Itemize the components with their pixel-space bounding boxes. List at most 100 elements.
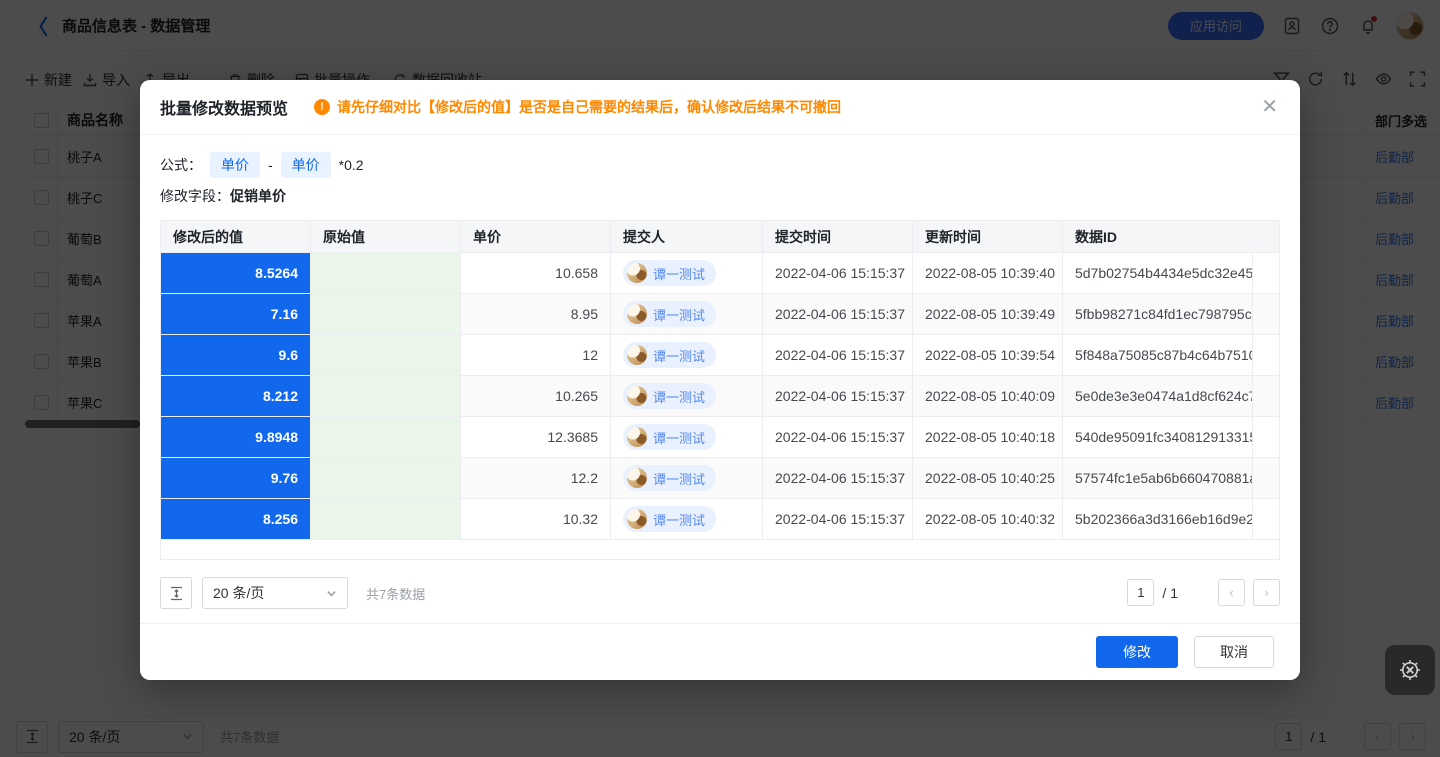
warning-icon: ! xyxy=(314,99,330,115)
row-height-icon[interactable] xyxy=(160,577,192,609)
cell-unit-price: 10.265 xyxy=(461,376,611,416)
cell-data-id: 5d7b02754b4434e5dc32e45b xyxy=(1063,253,1253,293)
cell-spacer xyxy=(1253,335,1279,375)
cell-data-id: 5fbb98271c84fd1ec798795c xyxy=(1063,294,1253,334)
cell-original-value xyxy=(311,335,461,375)
modified-field-row: 修改字段：促销单价 xyxy=(160,186,286,206)
cell-original-value xyxy=(311,253,461,293)
cell-submitter: 谭一测试 xyxy=(611,253,763,293)
cell-unit-price: 8.95 xyxy=(461,294,611,334)
modified-field-label: 修改字段： xyxy=(160,188,230,204)
page-number[interactable]: 1 xyxy=(1127,579,1154,606)
submitter-avatar xyxy=(627,345,647,365)
cell-new-value: 9.76 xyxy=(161,458,311,498)
formula-row: 公式： 单价 - 单价 *0.2 xyxy=(160,152,364,178)
prev-page-icon[interactable]: ‹ xyxy=(1218,579,1245,606)
warning-text: 请先仔细对比【修改后的值】是否是自己需要的结果后，确认修改后结果不可撤回 xyxy=(337,97,841,117)
submitter-avatar xyxy=(627,304,647,324)
cell-update-time: 2022-08-05 10:39:49 xyxy=(913,294,1063,334)
cell-update-time: 2022-08-05 10:40:18 xyxy=(913,417,1063,457)
table-row: 8.256 10.32 谭一测试 2022-04-06 15:15:37 202… xyxy=(161,499,1279,540)
cell-spacer xyxy=(1253,458,1279,498)
formula-field-tag[interactable]: 单价 xyxy=(210,152,260,178)
cell-update-time: 2022-08-05 10:40:32 xyxy=(913,499,1063,539)
cell-data-id: 5e0de3e3e0474a1d8cf624c7 xyxy=(1063,376,1253,416)
cell-data-id: 57574fc1e5ab6b660470881a xyxy=(1063,458,1253,498)
modal-warning: ! 请先仔细对比【修改后的值】是否是自己需要的结果后，确认修改后结果不可撤回 xyxy=(314,97,841,117)
cell-unit-price: 12 xyxy=(461,335,611,375)
column-header: 提交人 xyxy=(611,221,763,252)
settings-gear-button[interactable] xyxy=(1385,645,1435,695)
cell-original-value xyxy=(311,294,461,334)
cell-data-id: 5b202366a3d3166eb16d9e2d xyxy=(1063,499,1253,539)
cell-submitter: 谭一测试 xyxy=(611,499,763,539)
cell-spacer xyxy=(1253,376,1279,416)
submitter-name: 谭一测试 xyxy=(653,264,705,283)
submitter-name: 谭一测试 xyxy=(653,510,705,529)
submitter-pill[interactable]: 谭一测试 xyxy=(623,342,716,368)
modified-field-value: 促销单价 xyxy=(230,188,286,204)
cell-original-value xyxy=(311,458,461,498)
cell-new-value: 9.6 xyxy=(161,335,311,375)
cell-spacer xyxy=(1253,417,1279,457)
cell-submit-time: 2022-04-06 15:15:37 xyxy=(763,458,913,498)
submitter-pill[interactable]: 谭一测试 xyxy=(623,301,716,327)
submitter-name: 谭一测试 xyxy=(653,387,705,406)
submitter-pill[interactable]: 谭一测试 xyxy=(623,465,716,491)
formula-label: 公式： xyxy=(160,155,202,175)
cell-submitter: 谭一测试 xyxy=(611,294,763,334)
cell-spacer xyxy=(1253,253,1279,293)
formula-operator: - xyxy=(268,157,273,173)
submitter-name: 谭一测试 xyxy=(653,469,705,488)
cell-unit-price: 10.32 xyxy=(461,499,611,539)
cell-update-time: 2022-08-05 10:39:40 xyxy=(913,253,1063,293)
table-row: 8.212 10.265 谭一测试 2022-04-06 15:15:37 20… xyxy=(161,376,1279,417)
column-header: 原始值 xyxy=(311,221,461,252)
cell-update-time: 2022-08-05 10:40:09 xyxy=(913,376,1063,416)
cell-data-id: 540de95091fc340812913315 xyxy=(1063,417,1253,457)
submitter-avatar xyxy=(627,263,647,283)
cancel-button[interactable]: 取消 xyxy=(1194,636,1274,668)
cell-unit-price: 10.658 xyxy=(461,253,611,293)
cell-original-value xyxy=(311,417,461,457)
cell-new-value: 9.8948 xyxy=(161,417,311,457)
column-header: 数据ID xyxy=(1063,221,1279,252)
cell-submitter: 谭一测试 xyxy=(611,376,763,416)
modal-pagination: 20 条/页 共7条数据 1 / 1 ‹ › xyxy=(160,577,1280,609)
table-row: 9.8948 12.3685 谭一测试 2022-04-06 15:15:37 … xyxy=(161,417,1279,458)
next-page-icon[interactable]: › xyxy=(1253,579,1280,606)
submitter-name: 谭一测试 xyxy=(653,428,705,447)
column-header: 提交时间 xyxy=(763,221,913,252)
cell-submitter: 谭一测试 xyxy=(611,417,763,457)
cell-original-value xyxy=(311,376,461,416)
column-header: 更新时间 xyxy=(913,221,1063,252)
cell-submit-time: 2022-04-06 15:15:37 xyxy=(763,499,913,539)
cell-new-value: 8.5264 xyxy=(161,253,311,293)
formula-field-tag[interactable]: 单价 xyxy=(281,152,331,178)
submitter-pill[interactable]: 谭一测试 xyxy=(623,383,716,409)
submitter-pill[interactable]: 谭一测试 xyxy=(623,506,716,532)
cell-submit-time: 2022-04-06 15:15:37 xyxy=(763,335,913,375)
submitter-name: 谭一测试 xyxy=(653,305,705,324)
page-of: / 1 xyxy=(1162,585,1178,601)
cell-submit-time: 2022-04-06 15:15:37 xyxy=(763,376,913,416)
submitter-avatar xyxy=(627,386,647,406)
table-row: 9.76 12.2 谭一测试 2022-04-06 15:15:37 2022-… xyxy=(161,458,1279,499)
cell-unit-price: 12.3685 xyxy=(461,417,611,457)
submitter-name: 谭一测试 xyxy=(653,346,705,365)
cell-update-time: 2022-08-05 10:40:25 xyxy=(913,458,1063,498)
cell-data-id: 5f848a75085c87b4c64b7510 xyxy=(1063,335,1253,375)
close-icon[interactable]: ✕ xyxy=(1261,97,1278,117)
confirm-modify-button[interactable]: 修改 xyxy=(1096,636,1178,668)
cell-original-value xyxy=(311,499,461,539)
cell-spacer xyxy=(1253,499,1279,539)
submitter-avatar xyxy=(627,509,647,529)
total-count: 共7条数据 xyxy=(366,584,425,603)
table-row: 8.5264 10.658 谭一测试 2022-04-06 15:15:37 2… xyxy=(161,253,1279,294)
cell-submit-time: 2022-04-06 15:15:37 xyxy=(763,294,913,334)
submitter-pill[interactable]: 谭一测试 xyxy=(623,424,716,450)
page-size-select[interactable]: 20 条/页 xyxy=(202,577,348,609)
modal-footer: 修改 取消 xyxy=(140,623,1300,680)
submitter-pill[interactable]: 谭一测试 xyxy=(623,260,716,286)
modal-title: 批量修改数据预览 xyxy=(160,95,288,119)
